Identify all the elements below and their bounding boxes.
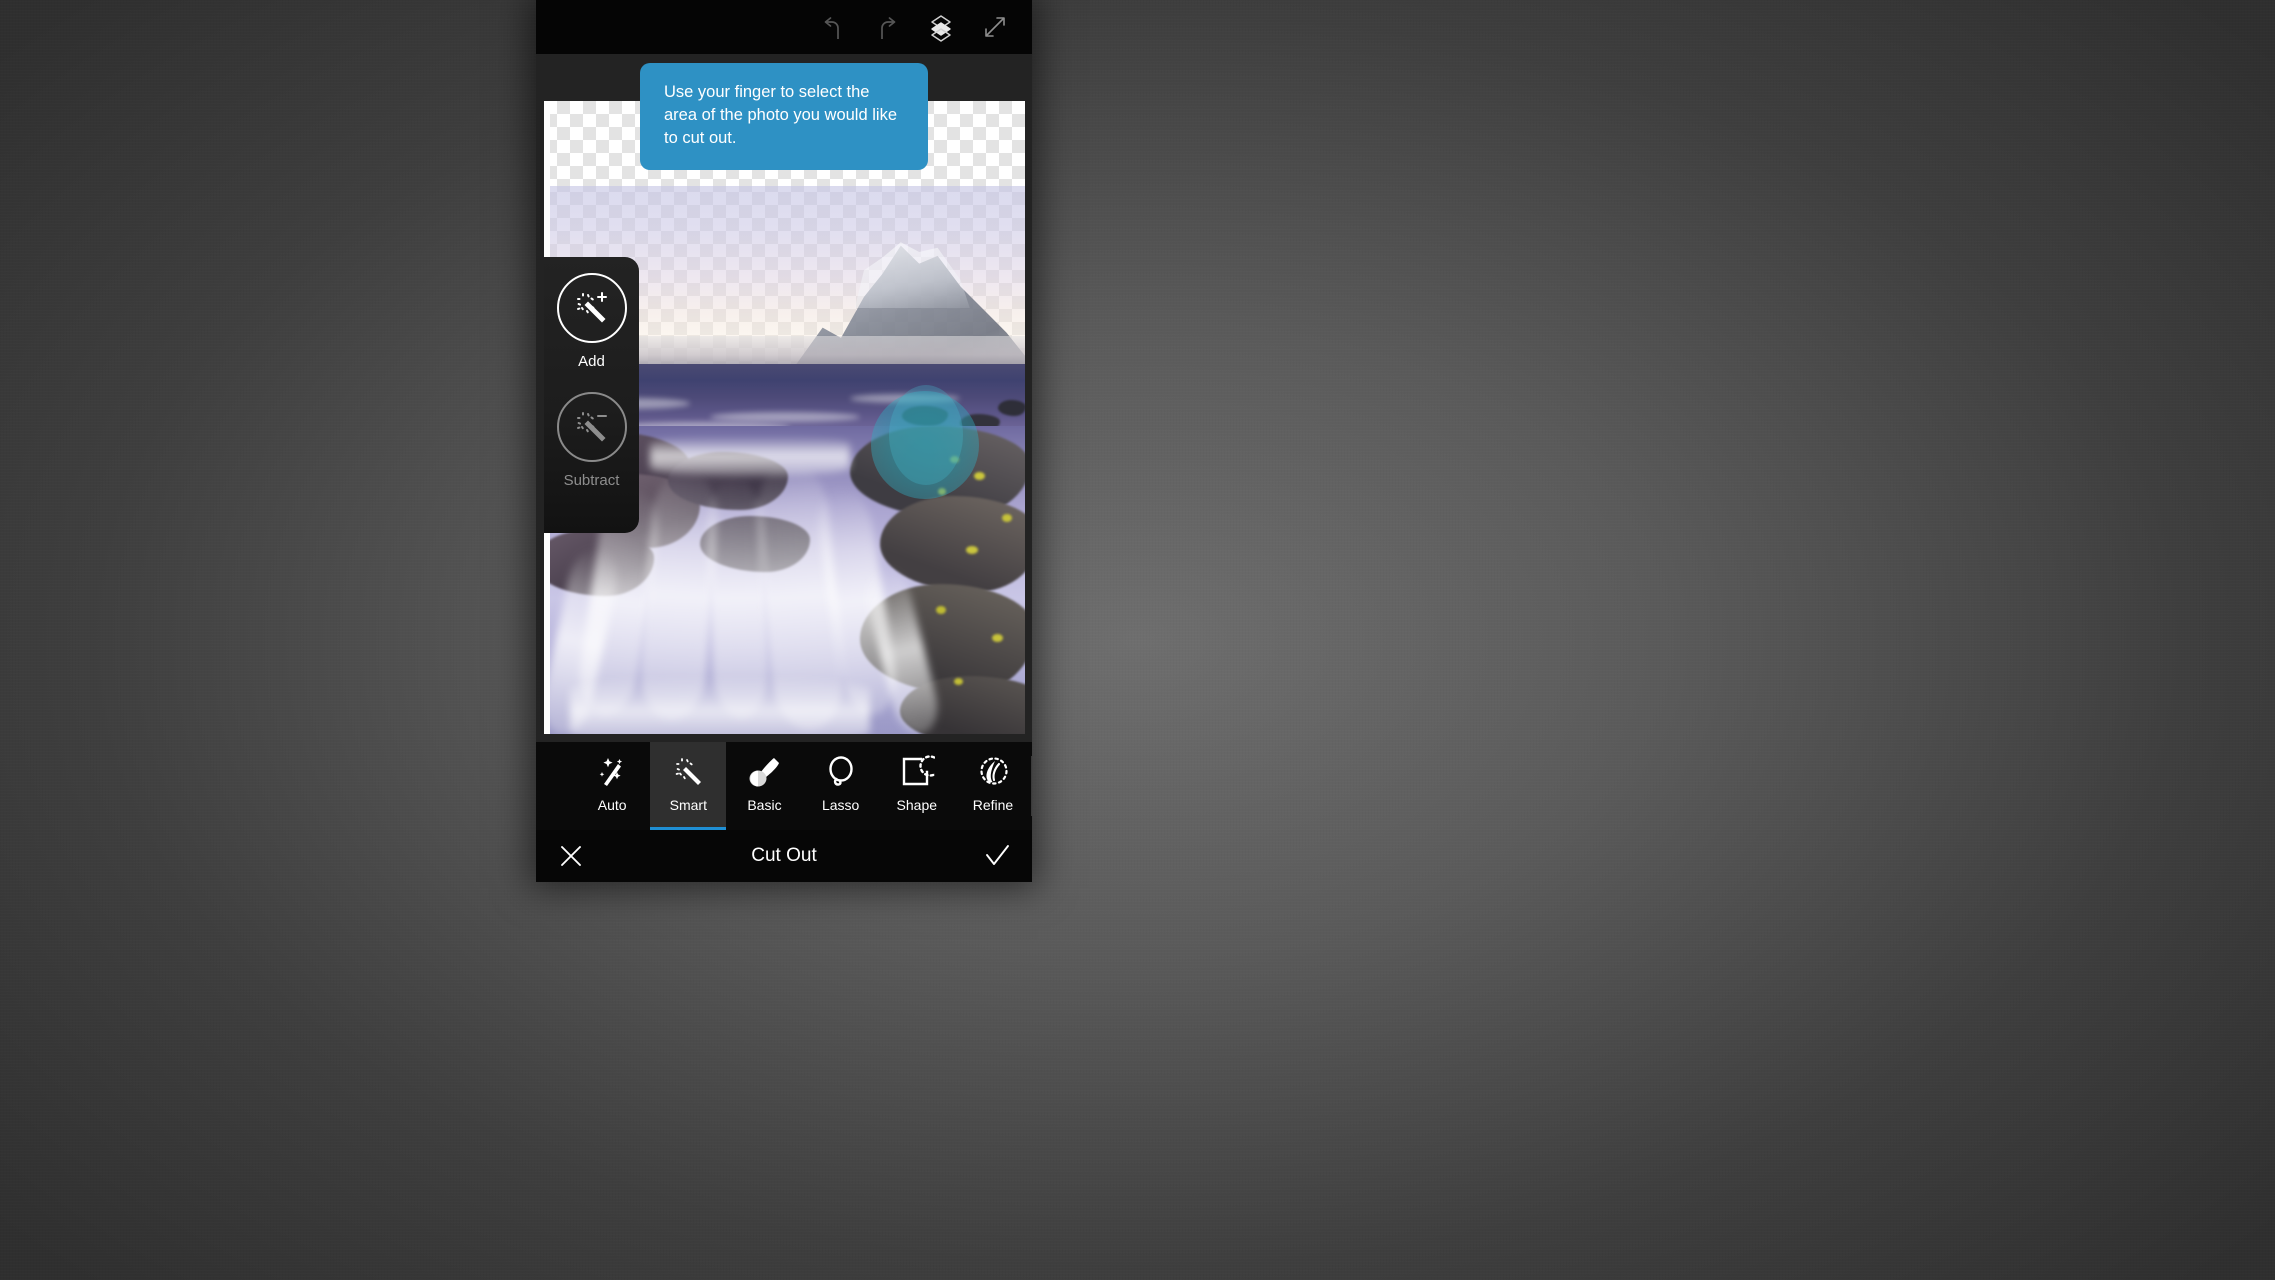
subtract-mode-label: Subtract <box>563 472 620 489</box>
apply-button[interactable] <box>962 842 1032 870</box>
tool-refine[interactable]: Refine <box>955 742 1031 830</box>
screen-title: Cut Out <box>751 845 817 866</box>
brush-icon <box>746 752 782 792</box>
magic-wand-plus-icon <box>556 273 627 343</box>
subtract-mode-button[interactable]: Subtract <box>556 392 627 489</box>
tool-basic[interactable]: Basic <box>726 742 802 830</box>
refine-icon <box>975 752 1011 792</box>
tool-auto-label: Auto <box>597 797 627 813</box>
tool-shape[interactable]: Shape <box>879 742 955 830</box>
tool-smart-label: Smart <box>669 797 707 813</box>
tool-lasso-label: Lasso <box>821 797 860 813</box>
layers-icon[interactable] <box>914 0 968 54</box>
desktop-backdrop <box>0 0 2275 1280</box>
bottom-action-bar: Cut Out <box>536 830 1032 882</box>
lasso-icon <box>823 752 859 792</box>
instruction-tooltip: Use your finger to select the area of th… <box>640 63 928 170</box>
tool-basic-label: Basic <box>747 797 782 813</box>
tool-auto[interactable]: Auto <box>574 742 650 830</box>
smart-wand-icon <box>670 752 706 792</box>
add-mode-button[interactable]: Add <box>556 273 627 370</box>
checkmark-icon <box>986 845 1009 865</box>
tool-refine-label: Refine <box>972 797 1014 813</box>
expand-icon[interactable] <box>968 0 1022 54</box>
tool-lasso[interactable]: Lasso <box>803 742 879 830</box>
phone-app-window: Add Subtract Use your finger to select t… <box>536 0 1032 882</box>
auto-wand-icon <box>594 752 630 792</box>
shape-select-icon <box>899 752 935 792</box>
editor-stage: Add Subtract Use your finger to select t… <box>536 54 1032 742</box>
touch-point-indicator <box>871 385 979 499</box>
undo-icon[interactable] <box>806 0 860 54</box>
magic-wand-minus-icon <box>556 392 627 462</box>
tool-shape-label: Shape <box>896 797 938 813</box>
tool-strip: Auto Smart Basic Lasso Shape Refine <box>536 742 1032 830</box>
top-toolbar <box>536 0 1032 54</box>
add-subtract-flyout: Add Subtract <box>544 257 639 533</box>
add-mode-label: Add <box>578 353 605 370</box>
redo-icon[interactable] <box>860 0 914 54</box>
tool-smart[interactable]: Smart <box>650 742 727 830</box>
close-x-icon <box>561 846 581 866</box>
tool-strip-divider <box>1031 756 1032 816</box>
cancel-button[interactable] <box>536 843 606 869</box>
